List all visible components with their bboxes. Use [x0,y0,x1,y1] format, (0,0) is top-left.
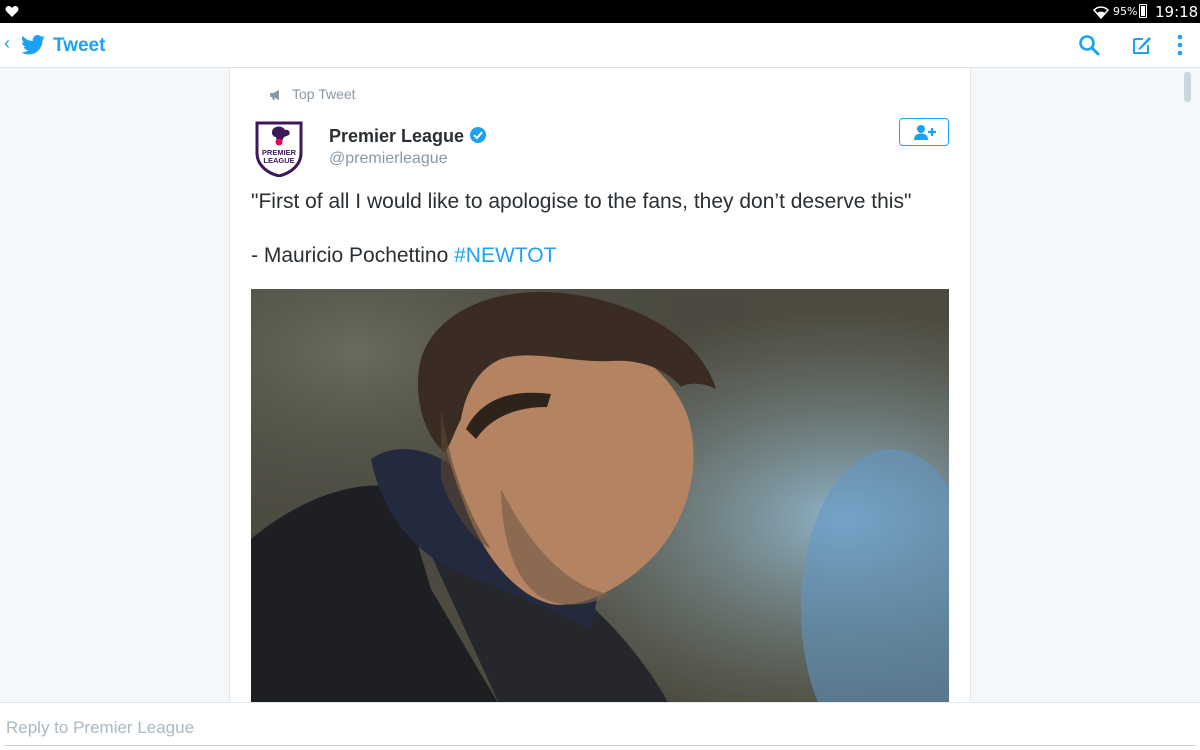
attribution-text: - Mauricio Pochettino [251,244,455,267]
avatar[interactable]: PREMIER LEAGUE [251,119,307,178]
reply-underline [4,745,1196,746]
reply-bar [0,702,1200,750]
top-tweet-text: Top Tweet [292,86,356,102]
reply-input[interactable] [4,715,1158,741]
app-bar: ‹ Tweet [0,23,1200,68]
hashtag-link[interactable]: #NEWTOT [454,244,556,267]
clock: 19:18 [1155,3,1199,21]
search-icon[interactable] [1078,34,1100,61]
tweet-photo[interactable] [251,289,949,708]
back-chevron-icon[interactable]: ‹ [4,33,10,54]
twitter-bird-icon[interactable] [21,35,45,60]
tweet-text: "First of all I would like to apologise … [251,190,912,213]
scrollbar[interactable] [1184,72,1191,102]
author-name-text[interactable]: Premier League [329,126,464,146]
tweet-card: Top Tweet PREMIER LEAGUE Premier League … [229,68,971,708]
author-name[interactable]: Premier League [329,126,487,149]
top-tweet-label: Top Tweet [270,86,356,102]
verified-badge-icon [469,126,487,149]
tweet-attribution: - Mauricio Pochettino #NEWTOT [251,244,556,268]
page-title: Tweet [53,35,106,56]
photo-image [251,289,949,708]
heart-icon [5,3,19,22]
battery-icon [1139,4,1147,18]
more-vert-icon[interactable] [1176,34,1184,61]
author-handle[interactable]: @premierleague [329,150,448,168]
svg-text:LEAGUE: LEAGUE [263,156,294,165]
compose-icon[interactable] [1131,34,1153,61]
battery-percent: 95% [1113,5,1138,18]
wifi-icon [1092,4,1110,23]
status-bar: 95% 19:18 [0,0,1200,23]
follow-button[interactable] [899,118,949,146]
follow-user-icon [913,124,937,147]
megaphone-icon [269,88,283,104]
